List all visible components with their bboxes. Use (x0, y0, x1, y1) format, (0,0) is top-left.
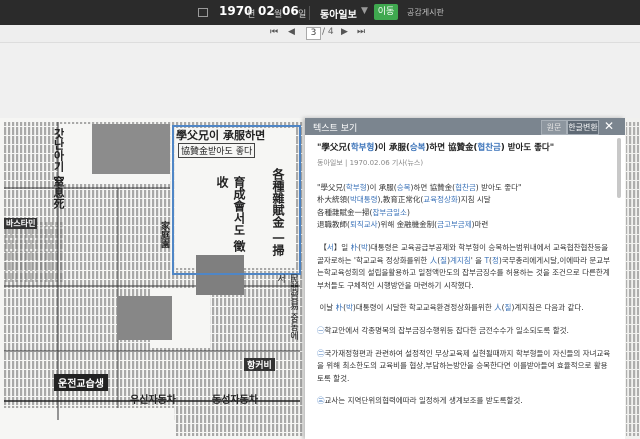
toolbar-divider (309, 6, 310, 20)
newspaper-photo-3 (117, 296, 172, 340)
headline-sub: 協贊金받아도 좋다 (178, 143, 256, 158)
ad-headline-2: 우신자동차 (130, 395, 176, 406)
page-total: / 4 (322, 27, 334, 37)
newspaper-right-edge (625, 118, 640, 439)
headline-vertical-3: 民間貿易 중동에서 (275, 274, 298, 340)
article-meta: 동아일보 | 1970.02.06 기사(뉴스) (317, 159, 424, 167)
next-page-icon[interactable]: ▶ (341, 27, 348, 37)
article-title: "學父兄(학부형)이 承服(승복)하면 協贊金(협찬금) 받아도 좋다" (317, 143, 555, 153)
original-text-button[interactable]: 원문 (541, 120, 567, 135)
headline-vertical-1: 育成會서도 徵收 (215, 176, 246, 253)
article-paragraph-3: 이날 朴(박)대통령이 시달한 학교교육환경정상화를위한 人(질)계지침은 다음… (319, 303, 584, 313)
article-paragraph-2: 【서】일 朴(박)대통령은 교육공급부공제와 학부형이 승복하는범위내에서 교육… (317, 242, 611, 290)
chevron-down-icon[interactable]: ▼ (361, 6, 368, 16)
newspaper-photo-1 (92, 124, 170, 174)
text-view-title: 텍스트 보기 (313, 124, 358, 134)
viewer-background (0, 43, 640, 118)
last-page-icon[interactable]: ⏭ (357, 27, 365, 37)
day-value[interactable]: 06 (282, 4, 299, 18)
article-paragraph-5: ㊁국가재정형편과 관련하여 설정적인 무상교육제 실현될때까지 학부형들이 자신… (317, 348, 611, 383)
ad-headline-3: 동성자동차 (212, 395, 258, 406)
notice-board-link[interactable]: 공감게시판 (407, 7, 444, 18)
text-view-panel: 텍스트 보기 원문 한글변환 ✕ "學父兄(학부형)이 承服(승복)하면 協贊金… (305, 118, 625, 439)
panel-scrollbar[interactable] (617, 138, 621, 198)
month-value[interactable]: 02 (258, 4, 275, 18)
article-text-body: "學父兄(학부형)이 承服(승복)하면 協贊金(협찬금) 받아도 좋다" 동아일… (317, 142, 613, 418)
right-edge-text-texture (626, 122, 639, 436)
article-paragraph-4: ㊀학교안에서 각종명목의 잡부금징수행위등 잡다한 금전수수가 일소되도록 할것… (317, 325, 569, 335)
ad-headline-6: 家庭園 (159, 221, 169, 248)
headline-main: 學父兄이 承服하면 (176, 129, 266, 142)
calendar-icon[interactable] (198, 8, 208, 17)
day-unit: 일 (298, 10, 307, 20)
prev-page-icon[interactable]: ◀ (288, 27, 295, 37)
go-button[interactable]: 이동 (374, 4, 398, 20)
date-toolbar: 1970 년 02 월 06 일 동아일보 ▼ 이동 공감게시판 (0, 0, 640, 25)
ad-headline-1: 운전교습생 (54, 374, 108, 391)
close-icon[interactable]: ✕ (604, 119, 614, 133)
newspaper-selector[interactable]: 동아일보 (320, 6, 357, 21)
page-navigation: ⏮ ◀ 3 / 4 ▶ ⏭ (0, 25, 640, 43)
article-paragraph-6: ㊂교사는 지역단위의협력에따라 일정하게 생계보조를 받도록할것. (317, 396, 523, 406)
headline-vertical-4: 갓난아기 窒息死 (52, 128, 65, 209)
headline-vertical-2: 各種雜賦金 一掃 (271, 168, 285, 257)
ad-headline-4: 바스타민 (4, 218, 38, 229)
text-view-header: 텍스트 보기 원문 한글변환 ✕ (305, 118, 625, 135)
ad-headline-5: 항커비 (244, 358, 275, 371)
year-unit: 년 (247, 10, 256, 20)
hangul-convert-button[interactable]: 한글변환 (567, 120, 599, 135)
newspaper-footer-area (0, 420, 175, 439)
page-number-input[interactable]: 3 (306, 27, 321, 40)
first-page-icon[interactable]: ⏮ (270, 27, 278, 37)
article-paragraph-1: "學父兄(학부형)이 承服(승복)하면 協贊金(협찬금) 받아도 좋다" 朴大統領… (317, 182, 522, 230)
